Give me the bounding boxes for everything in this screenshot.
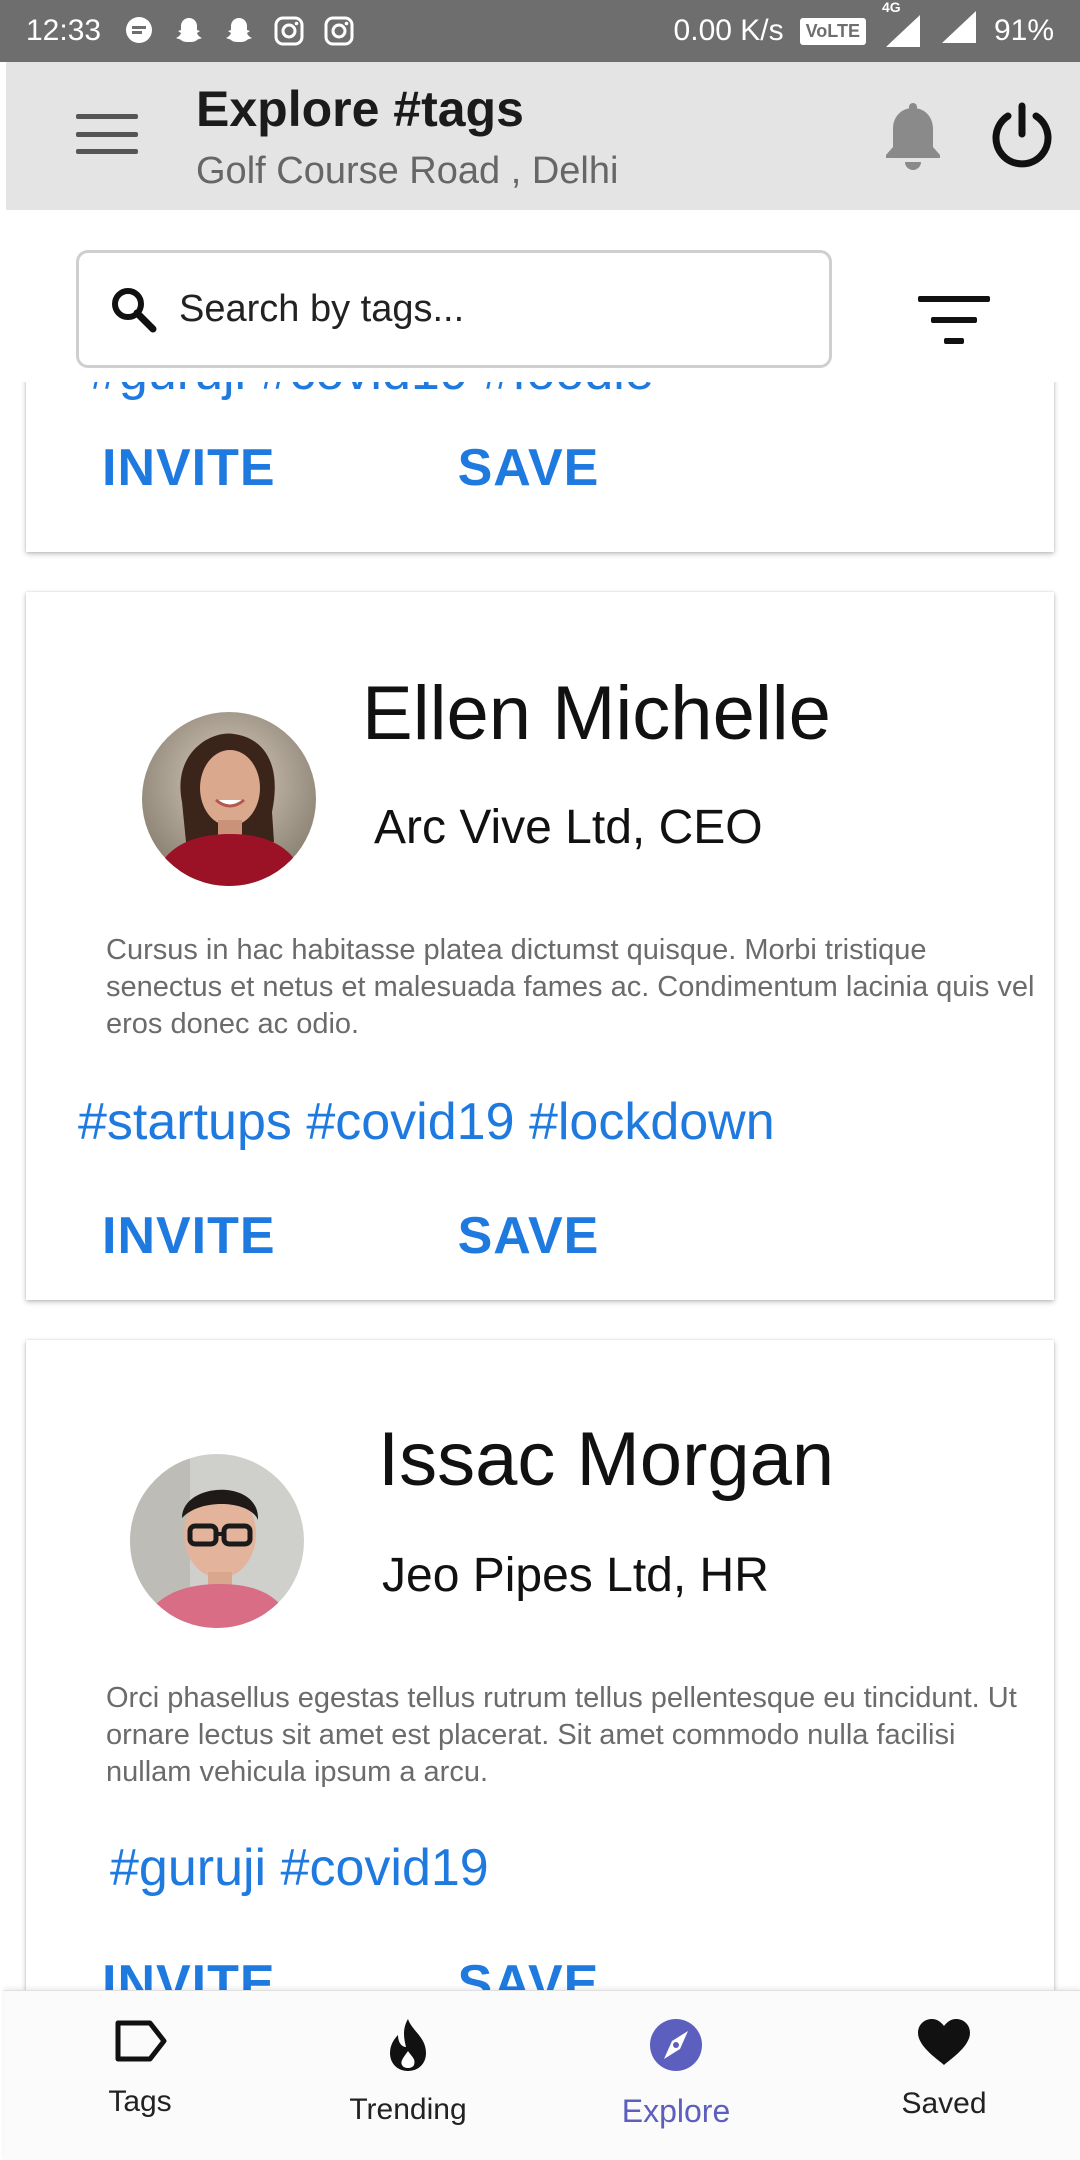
bottom-nav: Tags Trending Explore Saved [4,1990,1080,2160]
nav-explore[interactable]: Explore [576,2017,776,2130]
screen: 12:33 0.00 K/s VoLTE 4G 91% Explore #tag… [0,0,1080,2160]
nav-label: Tags [108,2085,172,2118]
notification-icons [123,15,355,47]
search-icon [112,288,157,333]
bell-icon[interactable] [882,102,944,172]
battery-level: 91% [993,14,1054,47]
card-tags[interactable]: #guruji #covid19 [110,1838,489,1898]
invite-button[interactable]: INVITE [102,438,276,498]
status-right: 0.00 K/s VoLTE 4G 91% [673,0,1054,53]
app-bar: Explore #tags Golf Course Road , Delhi [6,62,1080,210]
snapchat-icon [173,15,205,47]
profile-card: Issac Morgan Jeo Pipes Ltd, HR Orci phas… [26,1340,1054,1990]
snapchat-icon [223,15,255,47]
save-button[interactable]: SAVE [458,438,600,498]
message-icon [123,15,155,47]
nav-trending[interactable]: Trending [308,2017,508,2127]
profile-company: Jeo Pipes Ltd, HR [382,1549,769,1602]
profile-description: Orci phasellus egestas tellus rutrum tel… [106,1682,1017,1788]
instagram-icon [323,15,355,47]
filter-icon[interactable] [918,296,990,348]
card-tags[interactable]: #guruji #covid19 #foodie [90,382,654,402]
save-button[interactable]: SAVE [458,1206,600,1266]
menu-icon[interactable] [76,108,138,160]
instagram-icon [273,15,305,47]
signal-icon [938,9,978,53]
card-actions: INVITE SAVE [102,438,599,498]
profile-name: Ellen Michelle [362,671,831,756]
tag-icon [115,2020,167,2062]
power-icon[interactable] [986,100,1058,172]
nav-label: Saved [901,2087,987,2120]
profile-card: #guruji #covid19 #foodie INVITE SAVE [26,382,1054,552]
profile-card: Ellen Michelle Arc Vive Ltd, CEO Cursus … [26,592,1054,1300]
status-bar: 12:33 0.00 K/s VoLTE 4G 91% [0,0,1080,62]
profile-description: Cursus in hac habitasse platea dictumst … [106,934,1035,1040]
flame-icon [390,2019,426,2071]
avatar [142,712,316,886]
tag-feed[interactable]: #guruji #covid19 #foodie INVITE SAVE El [0,382,1080,1990]
invite-button[interactable]: INVITE [102,1954,276,1990]
network-speed: 0.00 K/s [673,14,784,47]
card-actions: INVITE SAVE [102,1206,599,1266]
card-actions: INVITE SAVE [102,1954,599,1990]
invite-button[interactable]: INVITE [102,1206,276,1266]
heart-icon [918,2019,970,2065]
save-button[interactable]: SAVE [458,1954,600,1990]
page-title: Explore #tags [196,81,524,137]
profile-company: Arc Vive Ltd, CEO [374,801,763,854]
network-type: 4G [881,0,901,15]
search-input[interactable] [179,287,739,331]
volte-badge: VoLTE [799,17,866,45]
location-subtitle: Golf Course Road , Delhi [196,150,619,192]
nav-saved[interactable]: Saved [844,2017,1044,2121]
card-tags[interactable]: #startups #covid19 #lockdown [78,1092,775,1152]
status-time: 12:33 [26,14,102,47]
nav-label: Explore [621,2093,731,2129]
avatar [130,1454,304,1628]
signal-4g-icon: 4G [882,0,922,49]
profile-name: Issac Morgan [378,1417,835,1502]
compass-icon [650,2019,702,2071]
search-box[interactable] [76,250,832,368]
nav-label: Trending [349,2093,467,2126]
nav-tags[interactable]: Tags [40,2017,240,2119]
